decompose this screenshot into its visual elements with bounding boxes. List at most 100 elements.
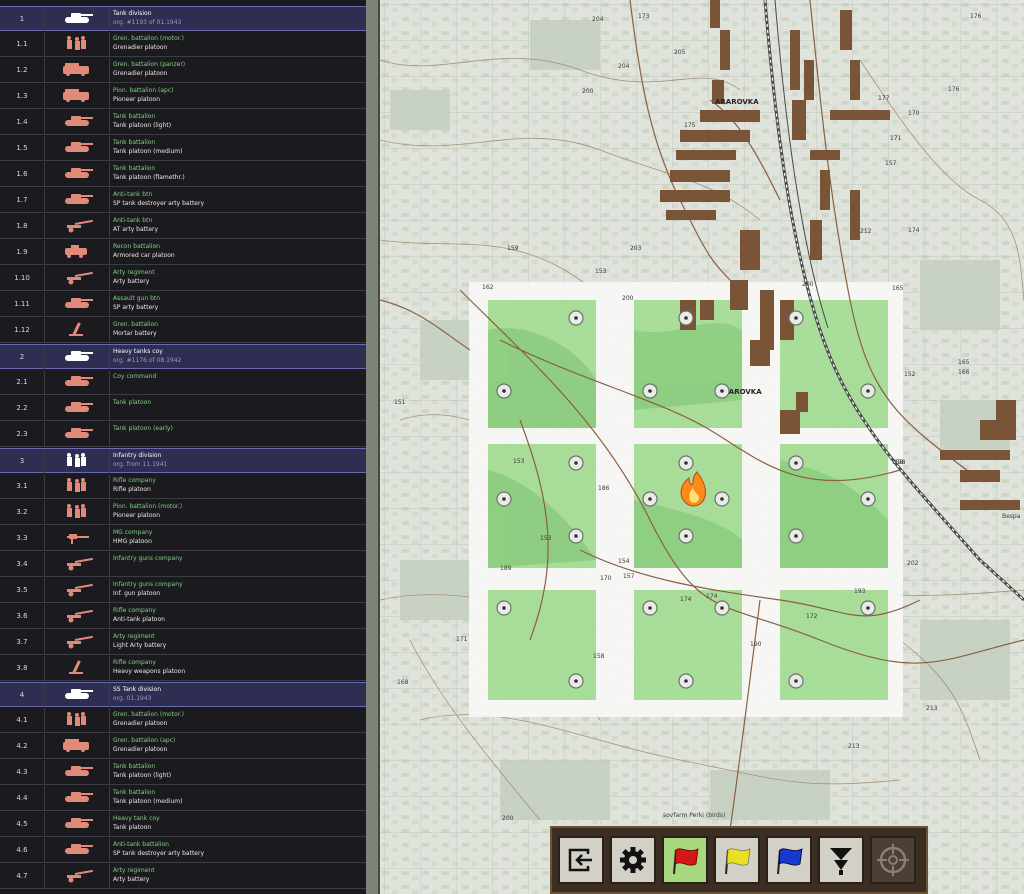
formation-header-row[interactable]: 3 Infantry division org. from 11.1941: [0, 448, 366, 473]
waypoint-icon[interactable]: [788, 528, 804, 544]
order-of-battle-panel: 1 Tank division org. #1193 of 01.1943 1.1 Gr…: [0, 0, 366, 894]
waypoint-icon[interactable]: [568, 528, 584, 544]
waypoint-icon[interactable]: [642, 383, 658, 399]
unit-type-label: Tank platoon (medium): [113, 798, 183, 805]
elevation-label: 203: [630, 245, 642, 252]
unit-row[interactable]: 1.10 Arty regiment Arty battery: [0, 266, 366, 291]
waypoint-icon[interactable]: [678, 455, 694, 471]
tactical-map[interactable]: 173 176 204 200 175 170 177 176 205 171 157 159 153 2…: [380, 0, 1024, 894]
unit-type-label: Tank platoon (light): [113, 772, 172, 779]
waypoint-icon[interactable]: [568, 673, 584, 689]
unit-row[interactable]: 1.4 Tank battalion Tank platoon (light): [0, 110, 366, 135]
gun-icon: [67, 557, 93, 571]
waypoint-icon[interactable]: [642, 491, 658, 507]
elevation-label: 176: [948, 86, 960, 93]
formation-header-row[interactable]: 2 Heavy tanks coy org. #1176 of 08.1942: [0, 344, 366, 369]
unit-row[interactable]: 4.2 Gren. battalion (apc) Grenadier platoo…: [0, 734, 366, 759]
unit-row[interactable]: 1.12 Gren. battalion Mortar battery: [0, 318, 366, 343]
waypoint-icon[interactable]: [714, 600, 730, 616]
unit-row[interactable]: 3.3 MG company HMG platoon: [0, 526, 366, 551]
unit-row[interactable]: 1.5 Tank battalion Tank platoon (medium): [0, 136, 366, 161]
unit-row[interactable]: 1.3 Pion. battalion (apc) Pioneer platoon: [0, 84, 366, 109]
unit-row[interactable]: 3.5 Infantry guns company Inf. gun platoon: [0, 578, 366, 603]
waypoint-icon[interactable]: [860, 491, 876, 507]
unit-row[interactable]: 1.8 Anti-tank btn AT arty battery: [0, 214, 366, 239]
waypoint-icon[interactable]: [714, 491, 730, 507]
unit-row[interactable]: 1.7 Anti-tank btn SP tank destroyer arty b…: [0, 188, 366, 213]
unit-number: 1.9: [0, 240, 45, 264]
unit-type-label: AT arty battery: [113, 226, 159, 233]
unit-row[interactable]: 4.5 Heavy tank coy Tank platoon: [0, 812, 366, 837]
unit-type-label: Armored car platoon: [113, 252, 175, 259]
waypoint-icon[interactable]: [568, 455, 584, 471]
unit-row[interactable]: 3.1 Rifle company Rifle platoon: [0, 474, 366, 499]
target-button[interactable]: [870, 836, 916, 884]
waypoint-icon[interactable]: [788, 455, 804, 471]
formation-header-row[interactable]: 4 SS Tank division org. 01.1943: [0, 682, 366, 707]
unit-number: 3.3: [0, 526, 45, 550]
unit-parent-label: Tank battalion: [113, 165, 156, 172]
unit-icon-cell: [45, 526, 110, 550]
exit-button[interactable]: [558, 836, 604, 884]
waypoint-icon[interactable]: [496, 600, 512, 616]
waypoint-icon[interactable]: [678, 310, 694, 326]
waypoint-icon[interactable]: [642, 600, 658, 616]
unit-row[interactable]: 3.2 Pion. battalion (motor.) Pioneer plato…: [0, 500, 366, 525]
red-flag-button[interactable]: [662, 836, 708, 884]
unit-number: 1.7: [0, 188, 45, 212]
unit-parent-label: Gren. battalion (motor.): [113, 711, 184, 718]
unit-row[interactable]: 1.11 Assault gun btn SP arty battery: [0, 292, 366, 317]
unit-number: 4.6: [0, 838, 45, 862]
blue-flag-button[interactable]: [766, 836, 812, 884]
elevation-label: 165: [958, 359, 970, 366]
unit-row[interactable]: 4.7 Arty regiment Arty battery: [0, 864, 366, 889]
unit-row[interactable]: 3.7 Arty regiment Light Arty battery: [0, 630, 366, 655]
unit-row[interactable]: 4.1 Gren. battalion (motor.) Grenadier pla…: [0, 708, 366, 733]
unit-number: 2.3: [0, 422, 45, 446]
elevation-label: 204: [592, 16, 604, 23]
waypoint-icon[interactable]: [860, 600, 876, 616]
unit-icon-cell: [45, 162, 110, 186]
unit-row[interactable]: 3.4 Infantry guns company: [0, 552, 366, 577]
waypoint-icon[interactable]: [678, 673, 694, 689]
unit-parent-label: Tank battalion: [113, 763, 156, 770]
unit-type-label: org. from 11.1941: [113, 461, 168, 468]
waypoint-icon[interactable]: [496, 383, 512, 399]
halftrack-icon: [63, 89, 89, 102]
settings-button[interactable]: [610, 836, 656, 884]
unit-row[interactable]: 4.3 Tank battalion Tank platoon (light): [0, 760, 366, 785]
waypoint-icon[interactable]: [714, 383, 730, 399]
unit-row[interactable]: 2.2 Tank platoon: [0, 396, 366, 421]
unit-icon-cell: [45, 136, 110, 160]
waypoint-icon[interactable]: [788, 310, 804, 326]
unit-row[interactable]: 4.6 Anti-tank battalion SP tank destroyer …: [0, 838, 366, 863]
unit-row[interactable]: 3.6 Rifle company Anti-tank platoon: [0, 604, 366, 629]
elevation-label: 157: [885, 160, 897, 167]
unit-row[interactable]: 2.3 Tank platoon (early): [0, 422, 366, 447]
unit-row[interactable]: 3.8 Rifle company Heavy weapons platoon: [0, 656, 366, 681]
red-flag-icon: [673, 848, 699, 875]
waypoint-icon[interactable]: [496, 491, 512, 507]
yellow-flag-button[interactable]: [714, 836, 760, 884]
unit-number: 1.3: [0, 84, 45, 108]
unit-row[interactable]: 1.6 Tank battalion Tank platoon (flamethr.…: [0, 162, 366, 187]
unit-row[interactable]: 2.1 Coy command: [0, 370, 366, 395]
unit-number: 3.4: [0, 552, 45, 576]
filter-button[interactable]: [818, 836, 864, 884]
elevation-label: 173: [638, 13, 650, 20]
unit-row[interactable]: 1.2 Gren. battalion (panzer) Grenadier pla…: [0, 58, 366, 83]
unit-row[interactable]: 1.9 Recon battalion Armored car platoon: [0, 240, 366, 265]
unit-type-label: Grenadier platoon: [113, 70, 168, 77]
formation-header-row[interactable]: 1 Tank division org. #1193 of 01.1943: [0, 6, 366, 31]
waypoint-icon[interactable]: [678, 528, 694, 544]
gear-icon: [620, 847, 646, 873]
waypoint-icon[interactable]: [788, 673, 804, 689]
unit-row[interactable]: 1.1 Gren. battalion (motor.) Grenadier pla…: [0, 32, 366, 57]
waypoint-icon[interactable]: [568, 310, 584, 326]
tank-icon: [65, 194, 93, 204]
unit-row[interactable]: 4.4 Tank battalion Tank platoon (medium): [0, 786, 366, 811]
unit-type-label: SP tank destroyer arty battery: [113, 200, 205, 207]
waypoint-icon[interactable]: [860, 383, 876, 399]
unit-icon-cell: [45, 58, 110, 82]
map-canvas[interactable]: 173 176 204 200 175 170 177 176 205 171 157 159 153 2…: [380, 0, 1024, 894]
